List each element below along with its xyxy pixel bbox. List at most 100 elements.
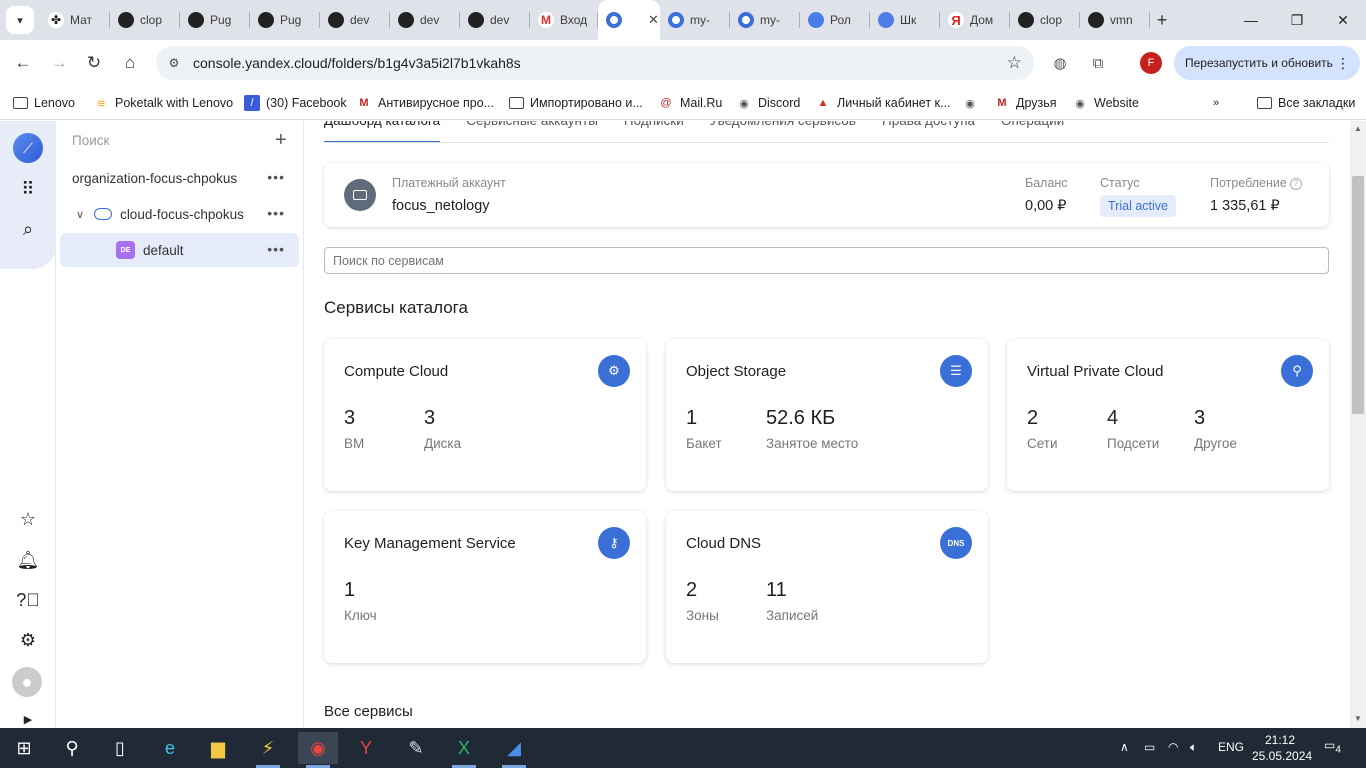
browser-tab[interactable]: Шк <box>870 0 940 40</box>
tab-subscriptions[interactable]: Подписки <box>624 121 684 143</box>
tab-service-accounts[interactable]: Сервисные аккаунты <box>466 121 598 143</box>
all-bookmarks-button[interactable]: Все закладки <box>1256 93 1355 113</box>
tab-search-button[interactable]: ▾ <box>6 6 34 34</box>
address-bar[interactable]: ⚙ console.yandex.cloud/folders/b1g4v3a5i… <box>156 46 1034 80</box>
bookmark-item[interactable]: ◉ <box>962 93 984 113</box>
tray-chevron-up-icon[interactable]: ∧ <box>1120 740 1129 754</box>
tab-notifications[interactable]: Уведомления сервисов <box>710 121 856 143</box>
service-card-cloud-dns[interactable]: Cloud DNS DNS 2 Зоны 11 Записей <box>666 511 988 663</box>
tab-dashboard[interactable]: Дашборд каталога <box>324 121 441 143</box>
network-app-icon[interactable]: ⚡ <box>248 732 288 768</box>
browser-tab[interactable]: Pug <box>250 0 320 40</box>
tab-operations[interactable]: Операции <box>1001 121 1064 143</box>
browser-tab[interactable]: ✤ Мат <box>40 0 110 40</box>
chrome-icon[interactable]: ◉ <box>298 732 338 768</box>
scroll-up-arrow-icon[interactable]: ▲ <box>1354 124 1362 133</box>
browser-tab[interactable]: clop <box>1010 0 1080 40</box>
relaunch-button[interactable]: Перезапустить и обновить ⋮ <box>1174 46 1360 80</box>
more-icon[interactable]: ••• <box>267 205 285 221</box>
nav-search-input[interactable]: Поиск <box>72 133 109 148</box>
scrollbar-thumb[interactable] <box>1352 176 1364 414</box>
more-icon[interactable]: ••• <box>267 169 285 185</box>
volume-icon[interactable]: 🔈︎ <box>1190 740 1197 755</box>
bookmark-item[interactable]: ≋ Poketalk with Lenovo <box>93 93 233 113</box>
battery-icon[interactable]: ▭ <box>1144 740 1155 754</box>
settings-gear-icon[interactable]: ⚙ <box>16 628 40 652</box>
tab-access-rights[interactable]: Права доступа <box>882 121 975 143</box>
service-card-compute-cloud[interactable]: Compute Cloud ⚙ 3 ВМ 3 Диска <box>324 339 646 491</box>
bookmark-item[interactable]: Lenovo <box>12 93 75 113</box>
search-icon[interactable]: ⚲ <box>52 732 92 764</box>
browser-tab[interactable]: clop <box>110 0 180 40</box>
yandex-browser-icon[interactable]: Y <box>346 732 386 764</box>
new-tab-button[interactable]: + <box>1150 8 1174 32</box>
browser-tab[interactable]: my- <box>730 0 800 40</box>
notifications-bell-icon[interactable]: 🔔︎ <box>16 548 40 572</box>
yandex-cloud-logo-icon[interactable]: ⟋ <box>13 133 43 163</box>
bookmark-item[interactable]: ◉ Website <box>1072 93 1139 113</box>
more-icon[interactable]: ••• <box>267 241 285 257</box>
search-icon[interactable]: ⌕ <box>16 217 40 241</box>
minimize-window-button[interactable]: — <box>1228 0 1274 40</box>
profile-avatar[interactable]: F <box>1140 52 1162 74</box>
service-search-input[interactable] <box>324 247 1329 274</box>
bookmark-item[interactable]: ▲ Личный кабинет к... <box>815 93 951 113</box>
user-avatar[interactable]: ● <box>12 667 42 697</box>
app-icon[interactable]: ◢ <box>494 732 534 768</box>
help-icon[interactable]: ? <box>1289 177 1302 190</box>
nav-item-organization[interactable]: organization-focus-chpokus ••• <box>60 161 299 195</box>
service-card-object-storage[interactable]: Object Storage ☰ 1 Бакет 52.6 КБ Занятое м… <box>666 339 988 491</box>
clock[interactable]: 21:12 25.05.2024 <box>1252 732 1312 764</box>
browser-tab[interactable]: dev <box>390 0 460 40</box>
browser-tab[interactable]: dev <box>460 0 530 40</box>
service-card-kms[interactable]: Key Management Service ⚷ 1 Ключ <box>324 511 646 663</box>
nav-item-folder-default[interactable]: DE default ••• <box>60 233 299 267</box>
browser-tab[interactable]: M Вход <box>530 0 598 40</box>
service-card-vpc[interactable]: Virtual Private Cloud ⚲ 2 Сети 4 Подсети 3… <box>1007 339 1329 491</box>
browser-tab-active[interactable]: ✕ <box>598 0 660 40</box>
chevron-down-icon[interactable]: ∨ <box>76 208 84 221</box>
translate-icon[interactable]: ◍ <box>1048 51 1072 75</box>
services-grid-icon[interactable]: ⠿ <box>16 177 40 201</box>
edge-icon[interactable]: e <box>150 732 190 764</box>
wifi-icon[interactable]: ◠ <box>1168 740 1178 754</box>
bookmark-item[interactable]: Импортировано и... <box>508 93 643 113</box>
site-settings-icon[interactable]: ⚙ <box>166 55 182 71</box>
favorites-star-icon[interactable]: ☆ <box>16 507 40 531</box>
help-icon[interactable]: ?⃝ <box>16 588 40 612</box>
home-button[interactable]: ⌂ <box>115 48 145 78</box>
bookmark-item[interactable]: M Друзья <box>994 93 1056 113</box>
close-window-button[interactable]: ✕ <box>1320 0 1366 40</box>
forward-button[interactable]: → <box>44 48 74 78</box>
browser-tab[interactable]: dev <box>320 0 390 40</box>
bookmark-item[interactable]: / (30) Facebook <box>244 93 347 113</box>
restore-window-button[interactable]: ❐ <box>1274 0 1320 40</box>
paint-icon[interactable]: ✎ <box>396 732 436 764</box>
windows-start-icon[interactable]: ⊞ <box>4 732 44 764</box>
notifications-icon[interactable]: ▭4 <box>1324 738 1346 758</box>
add-resource-button[interactable]: + <box>275 129 287 152</box>
nav-item-cloud[interactable]: ∨ cloud-focus-chpokus ••• <box>60 197 299 231</box>
browser-tab[interactable]: Pug <box>180 0 250 40</box>
billing-account-name[interactable]: focus_netology <box>392 198 490 214</box>
scroll-down-arrow-icon[interactable]: ▼ <box>1354 714 1362 723</box>
excel-icon[interactable]: X <box>444 732 484 768</box>
task-view-icon[interactable]: ▯ <box>100 732 140 764</box>
back-button[interactable]: ← <box>8 48 38 78</box>
bookmark-item[interactable]: @ Mail.Ru <box>658 93 722 113</box>
browser-tab[interactable]: Я Дом <box>940 0 1010 40</box>
language-indicator[interactable]: ENG <box>1218 740 1244 754</box>
file-explorer-icon[interactable]: ▆ <box>198 732 238 764</box>
browser-menu-icon[interactable]: ⋮ <box>1336 55 1350 72</box>
browser-tab[interactable]: vmn <box>1080 0 1150 40</box>
close-tab-icon[interactable]: ✕ <box>648 12 659 28</box>
browser-tab[interactable]: my- <box>660 0 730 40</box>
billing-account-card[interactable]: Платежный аккаунт focus_netology Баланс … <box>324 163 1329 227</box>
bookmark-star-icon[interactable]: ☆ <box>1007 53 1022 73</box>
reload-button[interactable]: ↻ <box>79 48 109 78</box>
extensions-icon[interactable]: ⧉ <box>1086 51 1110 75</box>
browser-tab[interactable]: Рол <box>800 0 870 40</box>
bookmark-item[interactable]: M Антивирусное про... <box>356 93 494 113</box>
bookmarks-overflow-button[interactable]: » <box>1208 93 1224 113</box>
bookmark-item[interactable]: ◉ Discord <box>736 93 800 113</box>
